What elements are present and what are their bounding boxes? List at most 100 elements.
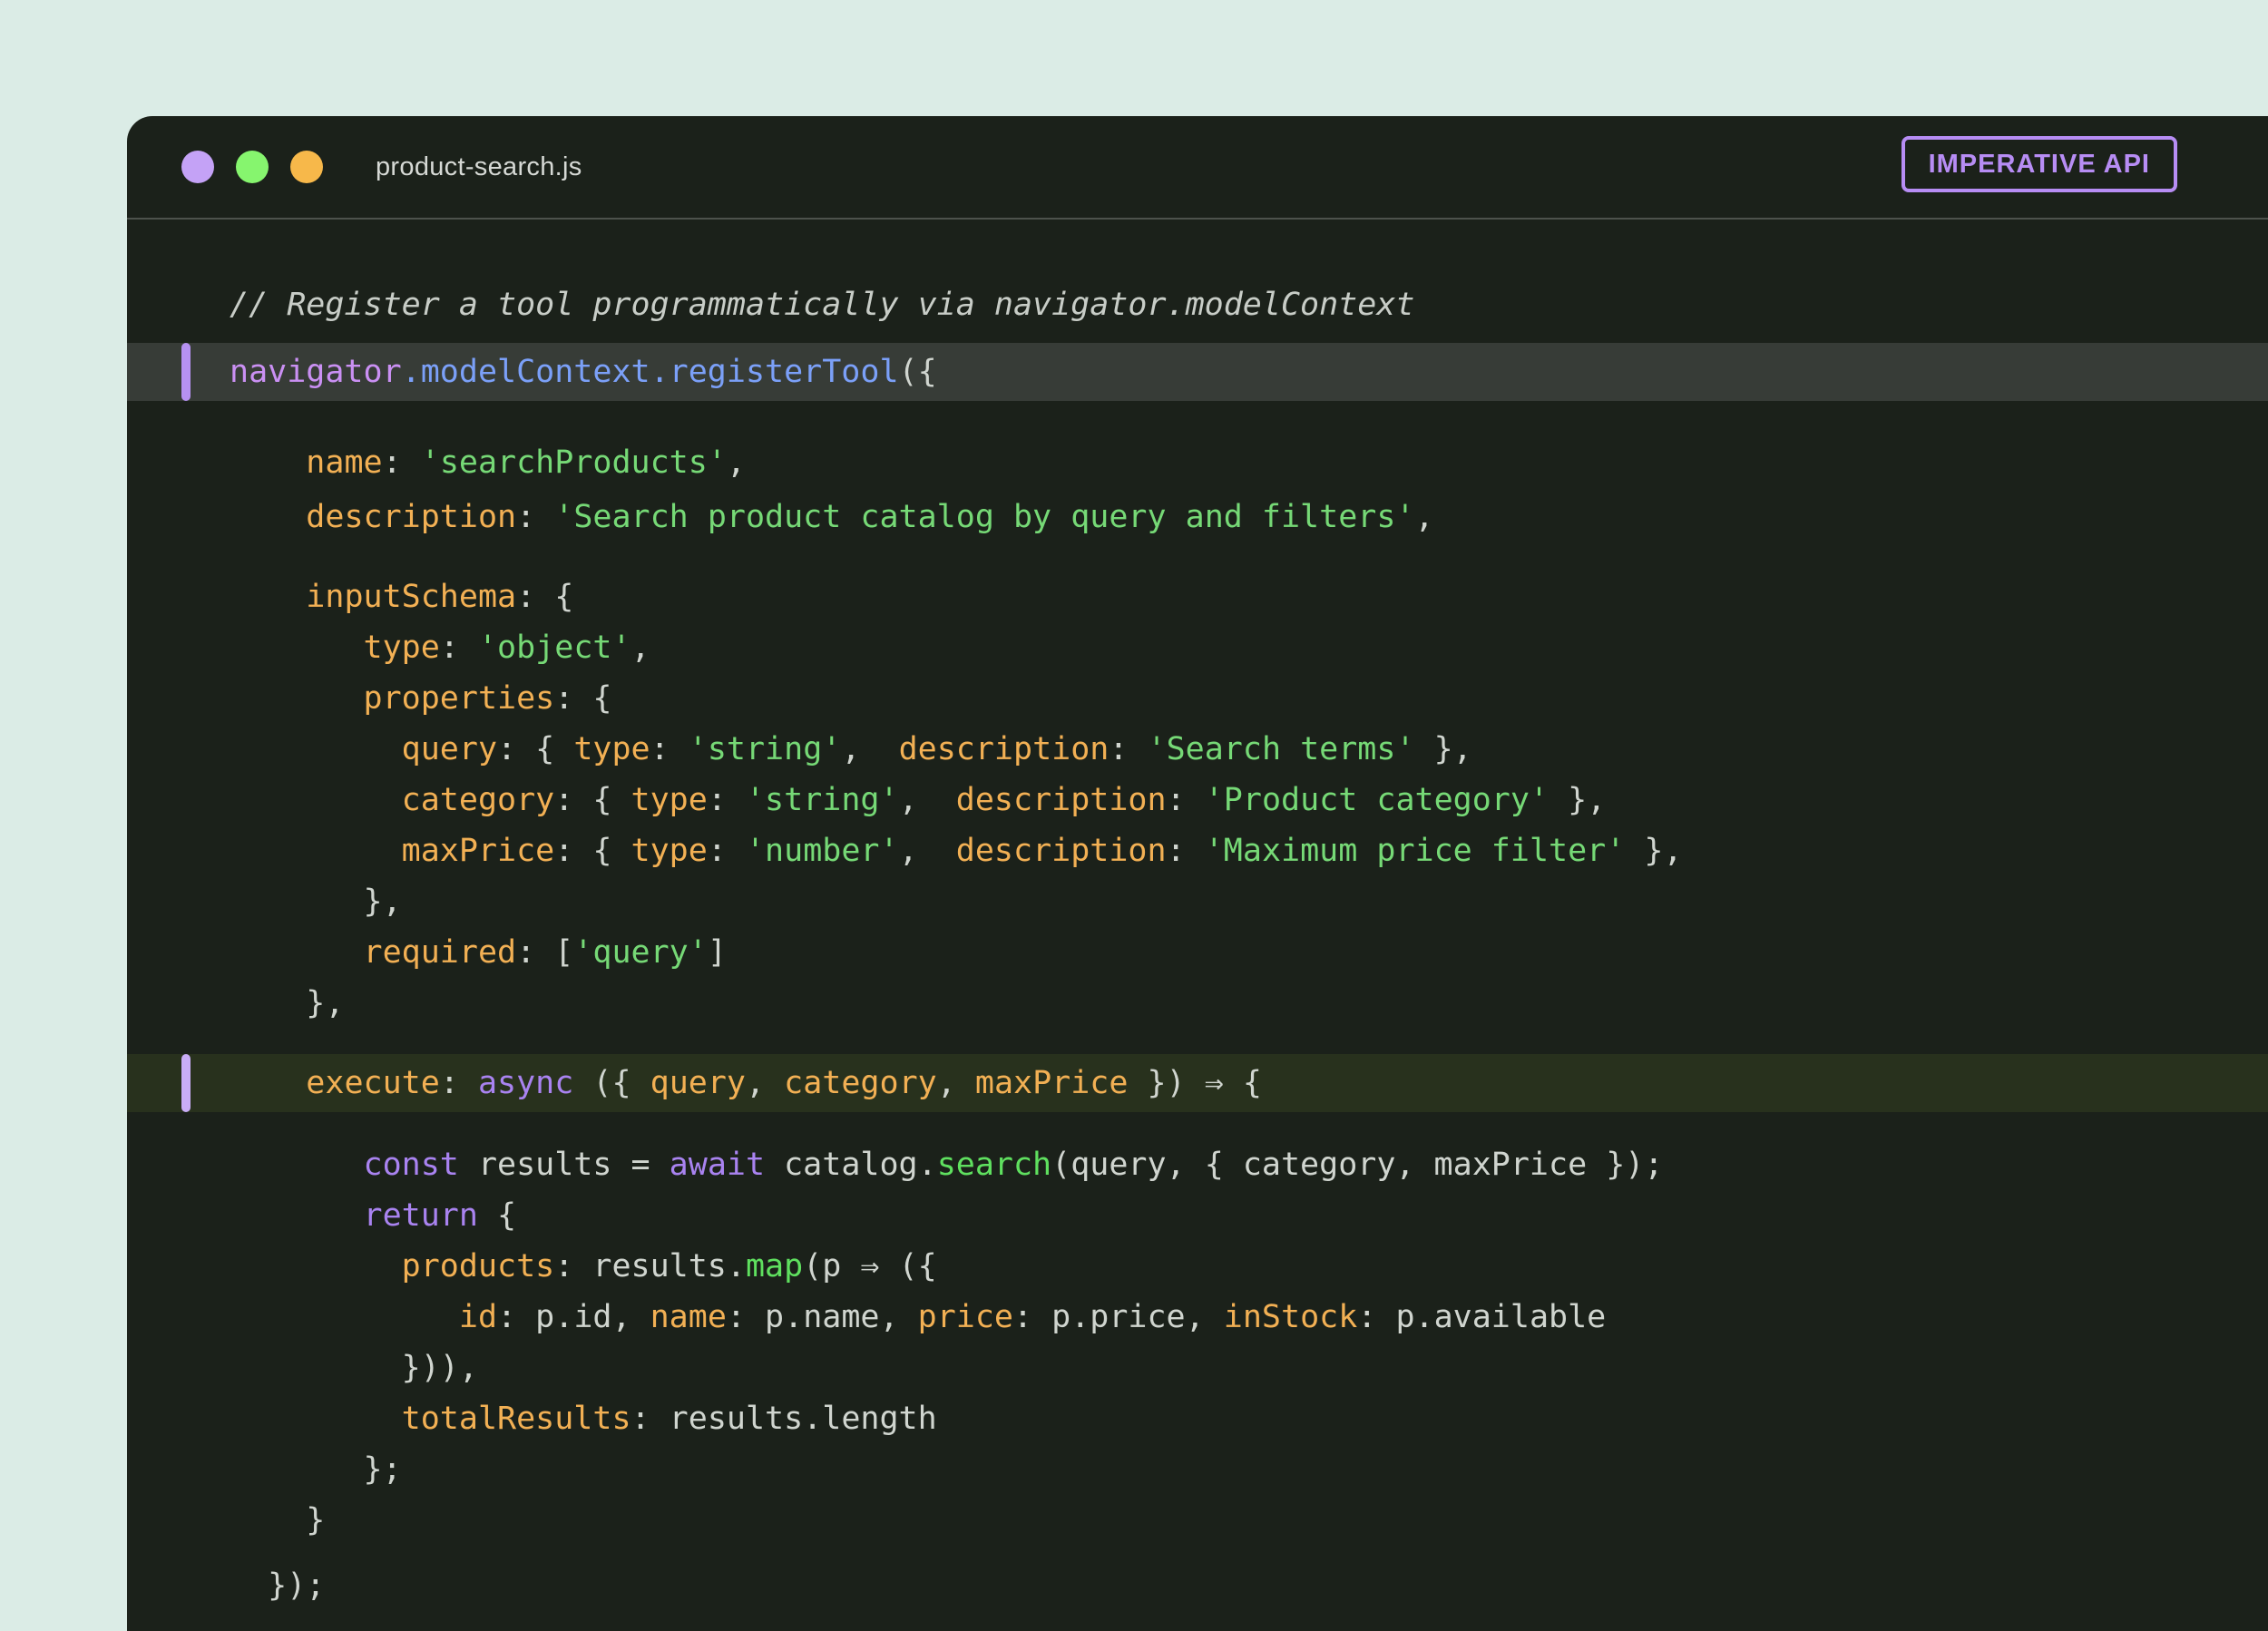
code-token: map	[746, 1248, 803, 1284]
code-line-category: category: { type: 'string', description:…	[127, 775, 2268, 825]
code-token: ,	[937, 1065, 975, 1101]
code-line-register-tool: navigator.modelContext.registerTool({	[127, 343, 2268, 401]
code-token: type	[631, 782, 708, 818]
code-token: });	[268, 1568, 325, 1604]
code-line-close-register: });	[127, 1560, 2268, 1611]
code-token: inStock	[1224, 1299, 1358, 1335]
code-token: // Register a tool programmatically via …	[230, 287, 1414, 323]
code-token: price	[918, 1299, 1013, 1335]
window-title: product-search.js	[376, 152, 582, 182]
code-token: },	[1625, 833, 1682, 869]
code-line-input-schema: inputSchema: {	[127, 571, 2268, 622]
code-token: (p ⇒ ({	[803, 1248, 937, 1284]
code-token: required	[364, 934, 517, 971]
code-token: inputSchema	[306, 579, 516, 615]
code-token: ]	[708, 934, 727, 971]
code-token: ,	[841, 731, 898, 767]
code-token: }	[306, 1502, 325, 1538]
code-token: 'Search terms'	[1148, 731, 1415, 767]
code-token: 'Product category'	[1205, 782, 1549, 818]
code-token: ,	[899, 782, 956, 818]
code-token: maxPrice	[402, 833, 555, 869]
code-token: :	[708, 782, 746, 818]
code-token: 'Maximum price filter'	[1205, 833, 1626, 869]
code-token: ,	[899, 833, 956, 869]
code-token: search	[937, 1147, 1051, 1183]
code-token: description	[956, 782, 1167, 818]
code-token: },	[306, 985, 344, 1021]
code-token: products	[402, 1248, 555, 1284]
code-line-properties: properties: {	[127, 673, 2268, 724]
code-token: 'query'	[573, 934, 708, 971]
code-token: :	[516, 499, 554, 535]
code-token: name	[650, 1299, 727, 1335]
code-token: ,	[727, 444, 746, 481]
code-token: description	[956, 833, 1167, 869]
page-background: product-search.js IMPERATIVE API // Regi…	[0, 0, 2268, 1631]
code-token: catalog.	[765, 1147, 937, 1183]
code-token: type	[631, 833, 708, 869]
code-token: 'object'	[478, 630, 631, 666]
code-token: : p.price,	[1013, 1299, 1224, 1335]
code-token: :	[650, 731, 689, 767]
code-token: type	[364, 630, 440, 666]
code-token: :	[440, 630, 478, 666]
code-line-description: description: 'Search product catalog by …	[127, 492, 2268, 542]
code-line-query: query: { type: 'string', description: 'S…	[127, 724, 2268, 775]
code-line-close-execute: }	[127, 1495, 2268, 1546]
code-token: 'number'	[746, 833, 899, 869]
code-token: 'string'	[689, 731, 842, 767]
code-token: {	[478, 1197, 516, 1234]
code-line-execute: execute: async ({ query, category, maxPr…	[127, 1054, 2268, 1112]
code-token: :	[1167, 833, 1205, 869]
code-token: id	[459, 1299, 497, 1335]
code-line-name: name: 'searchProducts',	[127, 437, 2268, 488]
code-editor-window: product-search.js IMPERATIVE API // Regi…	[127, 116, 2268, 1631]
code-token: : p.available	[1357, 1299, 1606, 1335]
window-control-close[interactable]	[181, 151, 214, 183]
code-token: execute	[306, 1065, 440, 1101]
window-control-minimize[interactable]	[236, 151, 269, 183]
code-token: :	[1109, 731, 1147, 767]
code-token: (query, { category, maxPrice });	[1051, 1147, 1663, 1183]
code-token: 'searchProducts'	[421, 444, 727, 481]
comment-line: // Register a tool programmatically via …	[127, 279, 2268, 330]
code-token: : results.	[554, 1248, 746, 1284]
code-token: : results.length	[631, 1401, 937, 1437]
code-line-max-price: maxPrice: { type: 'number', description:…	[127, 825, 2268, 876]
api-badge: IMPERATIVE API	[1901, 136, 2177, 192]
code-token: ,	[631, 630, 650, 666]
code-token: :	[708, 833, 746, 869]
code-line-close-properties: },	[127, 876, 2268, 927]
code-token: : [	[516, 934, 573, 971]
code-token: await	[670, 1147, 765, 1183]
code-token: })),	[402, 1350, 478, 1386]
code-token: 'Search product catalog by query and fil…	[554, 499, 1414, 535]
code-token: return	[364, 1197, 478, 1234]
code-line-product-fields: id: p.id, name: p.name, price: p.price, …	[127, 1292, 2268, 1343]
code-line-close-map: })),	[127, 1343, 2268, 1393]
code-line-required: required: ['query']	[127, 927, 2268, 978]
code-token: ,	[746, 1065, 784, 1101]
code-line-products: products: results.map(p ⇒ ({	[127, 1241, 2268, 1292]
code-token: :	[1167, 782, 1205, 818]
code-token: async	[478, 1065, 573, 1101]
code-token: properties	[364, 680, 555, 717]
code-line-const-results: const results = await catalog.search(que…	[127, 1139, 2268, 1190]
code-token: : {	[516, 579, 573, 615]
code-line-close-schema: },	[127, 978, 2268, 1029]
code-token: maxPrice	[975, 1065, 1129, 1101]
code-token: ({	[573, 1065, 650, 1101]
code-block: // Register a tool programmatically via …	[127, 220, 2268, 1611]
code-token: description	[306, 499, 516, 535]
code-line-return: return {	[127, 1190, 2268, 1241]
code-token: category	[402, 782, 555, 818]
code-token: ({	[899, 354, 937, 390]
code-line-close-return: };	[127, 1444, 2268, 1495]
window-control-maximize[interactable]	[290, 151, 323, 183]
code-token: : {	[554, 833, 631, 869]
code-token: name	[306, 444, 382, 481]
code-token: .modelContext.registerTool	[402, 354, 899, 390]
code-token: ,	[1414, 499, 1433, 535]
window-titlebar: product-search.js IMPERATIVE API	[127, 116, 2268, 220]
